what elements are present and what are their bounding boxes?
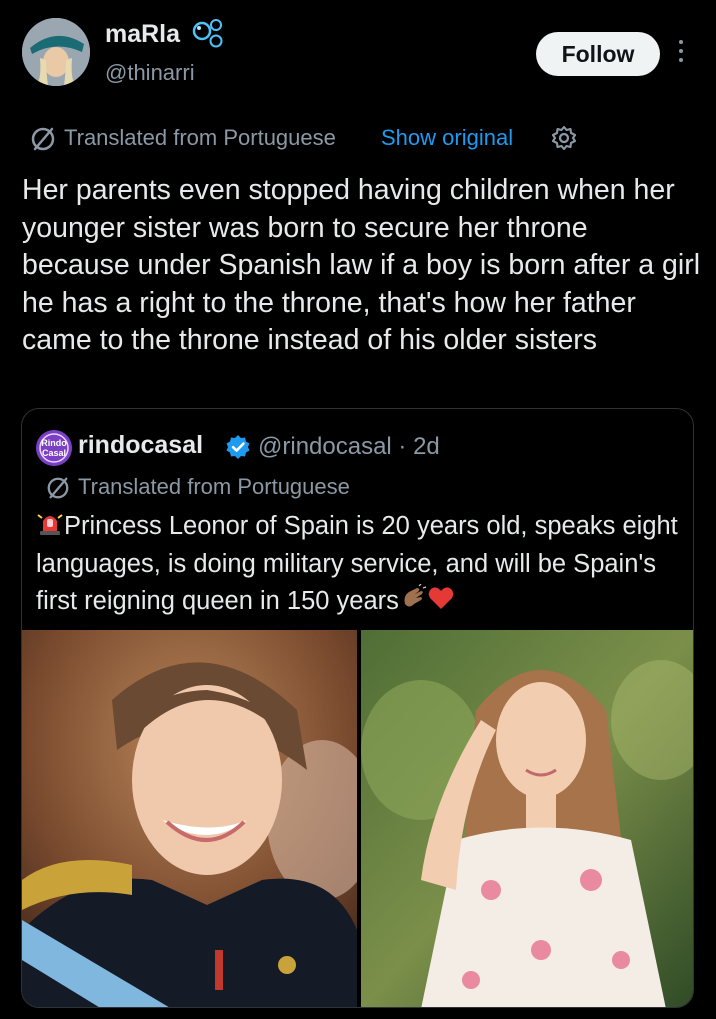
quoted-tweet-text-body: Princess Leonor of Spain is 20 years old…: [36, 512, 678, 615]
author-handle[interactable]: @thinarri: [105, 60, 195, 86]
author-display-name[interactable]: maRla: [105, 20, 180, 49]
follow-button[interactable]: Follow: [536, 32, 660, 76]
translate-icon: [47, 477, 69, 499]
quoted-tweet-card[interactable]: Rindo Casal rindocasal @rindocasal · 2d …: [21, 408, 694, 1008]
floral-dress-portrait-photo[interactable]: [361, 630, 693, 1007]
quoted-translated-label: Translated from Portuguese: [78, 474, 350, 499]
show-original-link[interactable]: Show original: [381, 125, 513, 151]
uniform-portrait-photo[interactable]: [22, 630, 357, 1007]
red-heart-emoji: [428, 587, 454, 609]
more-options-icon[interactable]: [672, 40, 690, 68]
quoted-handle-time[interactable]: @rindocasal · 2d: [258, 433, 440, 461]
quoted-tweet-text: Princess Leonor of Spain is 20 years old…: [36, 508, 686, 621]
bubbles-icon: [192, 19, 223, 48]
verified-badge-icon: [226, 435, 250, 459]
quoted-author-avatar[interactable]: Rindo Casal: [36, 430, 72, 466]
translation-bar: Translated from Portuguese Show original: [28, 120, 588, 156]
clapping-hands-emoji: [404, 584, 427, 607]
quoted-avatar-text: Rindo Casal: [41, 438, 67, 458]
author-avatar[interactable]: [22, 18, 90, 86]
gear-icon[interactable]: [550, 124, 578, 152]
quoted-author-name[interactable]: rindocasal: [78, 431, 203, 460]
translated-label: Translated from Portuguese: [64, 125, 336, 150]
siren-emoji: [37, 514, 63, 535]
tweet-text: Her parents even stopped having children…: [22, 174, 701, 356]
translate-icon: [31, 127, 55, 151]
tweet-header: maRla @thinarri Follow: [0, 0, 716, 110]
